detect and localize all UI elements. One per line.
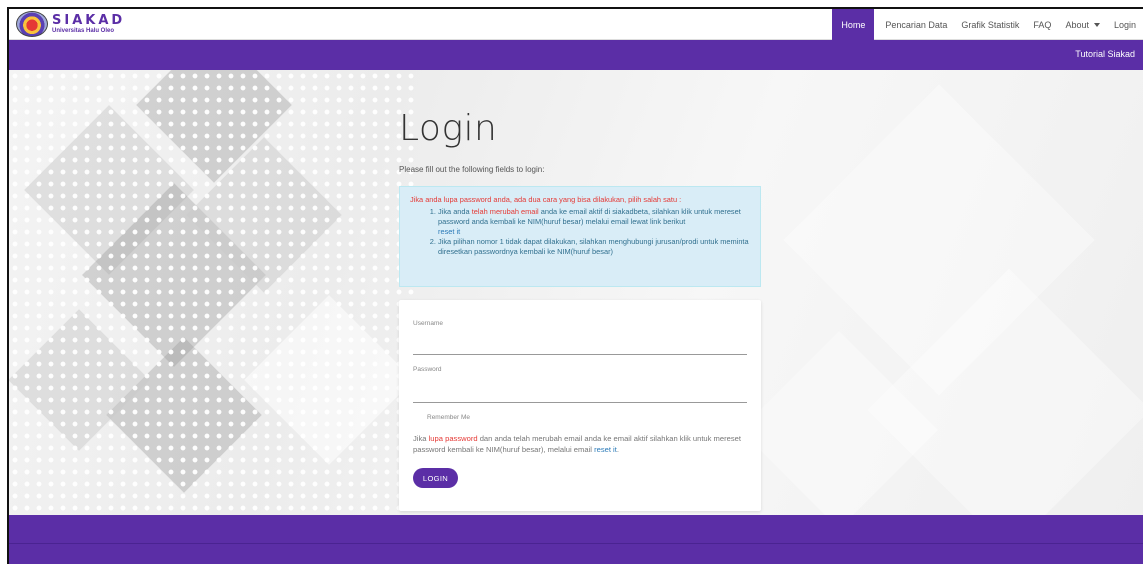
university-logo-icon xyxy=(16,11,48,37)
remember-me-label[interactable]: Remember Me xyxy=(427,414,470,421)
browser-frame: SIAKAD Universitas Halu Oleo Home Pencar… xyxy=(7,7,1143,564)
page-title: Login xyxy=(399,108,498,149)
nav-item-faq[interactable]: FAQ xyxy=(1026,9,1058,40)
footer-bottom-bar xyxy=(9,543,1143,564)
alert-list: Jika anda telah merubah email anda ke em… xyxy=(438,207,750,257)
nav-item-about-label: About xyxy=(1065,19,1089,30)
password-input[interactable] xyxy=(413,386,747,400)
tutorial-siakad-link[interactable]: Tutorial Siakad xyxy=(1075,49,1135,59)
brand-title: SIAKAD xyxy=(52,13,126,28)
top-navbar: SIAKAD Universitas Halu Oleo Home Pencar… xyxy=(9,9,1143,40)
username-label: Username xyxy=(413,320,443,327)
nav-item-pencarian-data[interactable]: Pencarian Data xyxy=(878,9,954,40)
brand-subtitle: Universitas Halu Oleo xyxy=(52,28,115,34)
nav-item-home[interactable]: Home xyxy=(832,9,875,40)
nav-menu: Home Pencarian Data Grafik Statistik FAQ… xyxy=(832,9,1143,40)
nav-item-login[interactable]: Login xyxy=(1107,9,1143,40)
note-end: . xyxy=(616,444,619,454)
login-form-card: Username Password Remember Me Jika lupa … xyxy=(399,300,761,511)
alert-item-1-highlight: telah merubah email xyxy=(471,207,539,216)
secondary-navbar: Tutorial Siakad xyxy=(9,40,1143,70)
note-reset-it-link[interactable]: reset it xyxy=(594,445,617,454)
lupa-password-link[interactable]: lupa password xyxy=(429,434,478,443)
brand-text: SIAKAD Universitas Halu Oleo xyxy=(52,14,125,34)
alert-item-2: Jika pilihan nomor 1 tidak dapat dilakuk… xyxy=(438,237,750,257)
brand[interactable]: SIAKAD Universitas Halu Oleo xyxy=(16,11,125,37)
dot-pattern xyxy=(9,70,419,515)
password-label: Password xyxy=(413,366,442,373)
alert-intro: Jika anda lupa password anda, ada dua ca… xyxy=(410,195,682,204)
login-button[interactable]: LOGIN xyxy=(413,468,458,488)
reset-it-link[interactable]: reset it xyxy=(438,227,460,236)
forgot-password-note: Jika lupa password dan anda telah meruba… xyxy=(413,434,749,455)
username-input[interactable] xyxy=(413,338,747,352)
username-underline xyxy=(413,354,747,355)
nav-item-grafik-statistik[interactable]: Grafik Statistik xyxy=(954,9,1026,40)
footer-top-bar xyxy=(9,515,1143,543)
alert-item-1: Jika anda telah merubah email anda ke em… xyxy=(438,207,750,237)
caret-down-icon xyxy=(1093,22,1100,27)
password-underline xyxy=(413,402,747,403)
note-text-a: Jika xyxy=(413,434,429,443)
nav-item-about[interactable]: About xyxy=(1058,9,1107,40)
page-intro: Please fill out the following fields to … xyxy=(399,165,545,174)
alert-item-1-text-a: Jika anda xyxy=(438,207,472,216)
password-help-alert: Jika anda lupa password anda, ada dua ca… xyxy=(399,186,761,287)
main-area: Login Please fill out the following fiel… xyxy=(9,70,1143,515)
